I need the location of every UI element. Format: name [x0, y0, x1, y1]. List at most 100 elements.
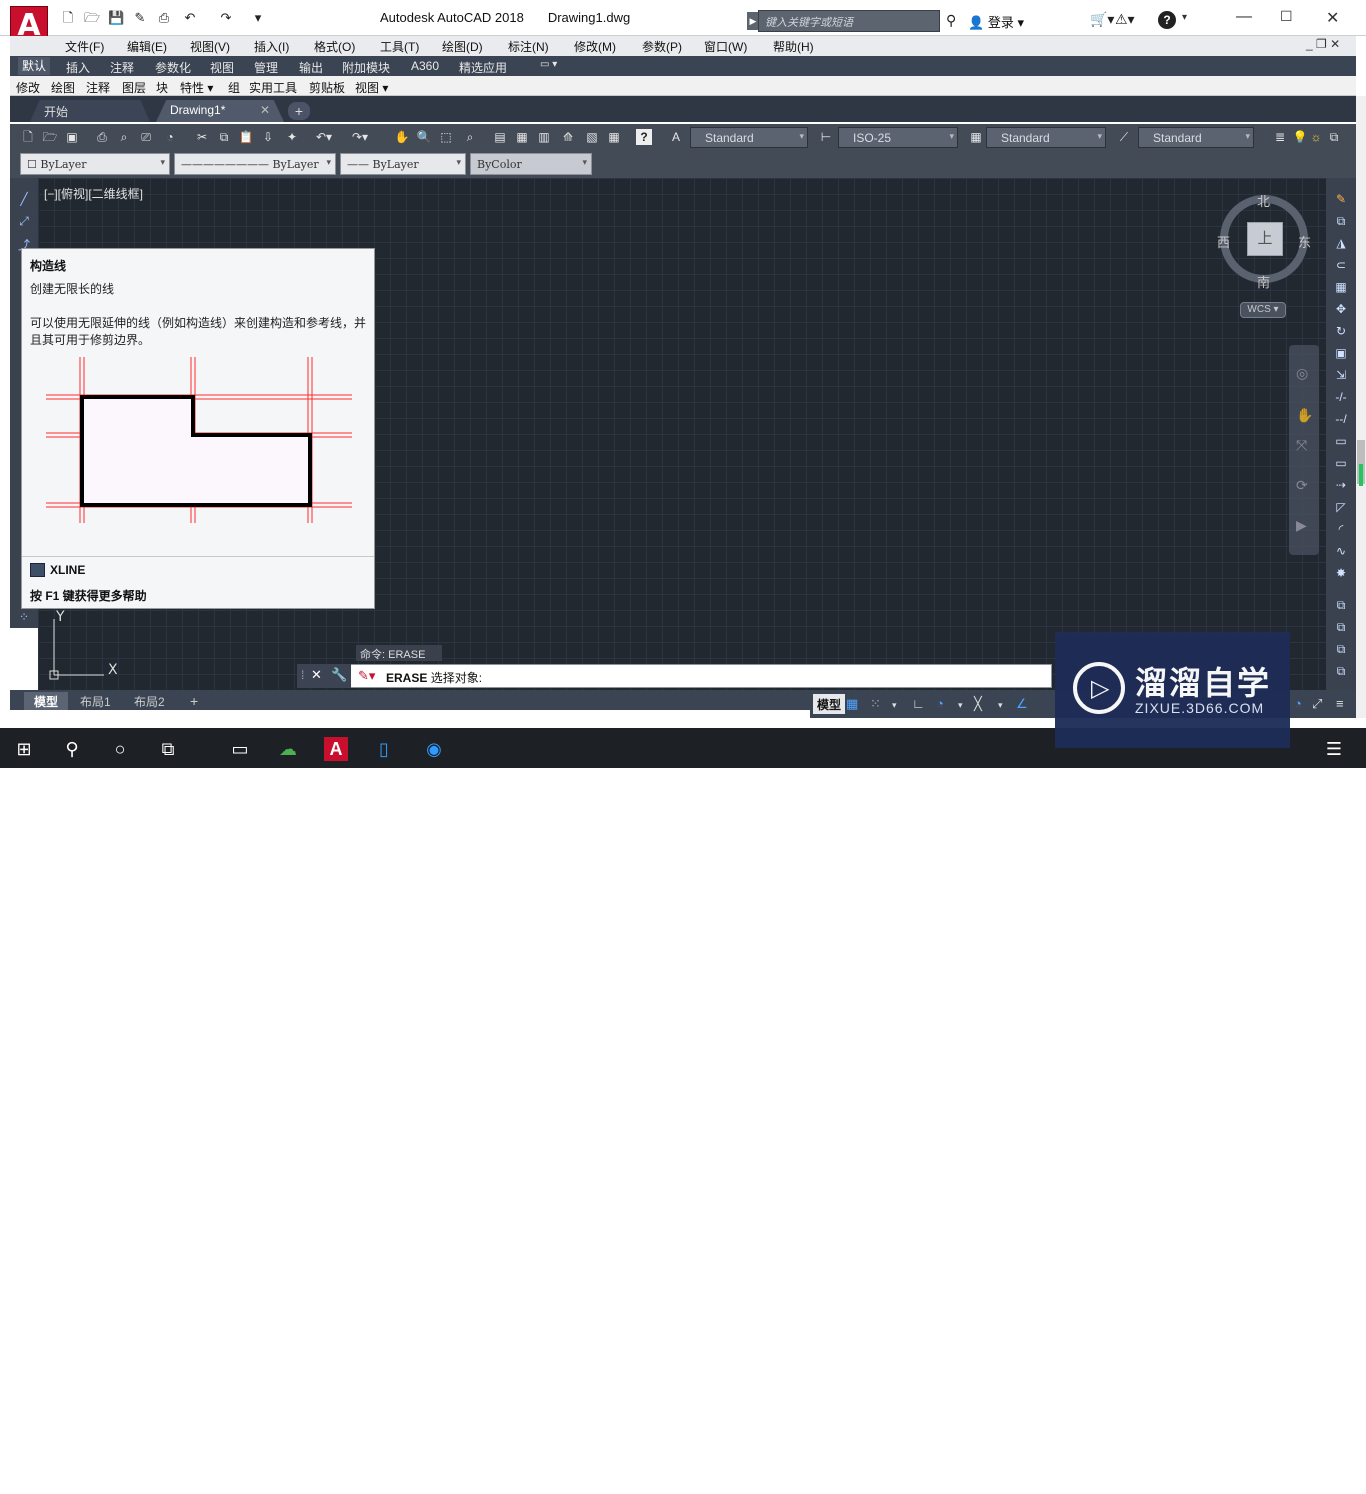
- tab-featured-apps[interactable]: 精选应用: [459, 59, 507, 76]
- layer-on-icon[interactable]: 💡: [1292, 129, 1308, 145]
- viewcube-top-face[interactable]: 上: [1247, 222, 1283, 256]
- break-icon[interactable]: ▭: [1333, 456, 1349, 472]
- cortana-icon[interactable]: ○: [108, 737, 132, 761]
- isodraft-dropdown-icon[interactable]: ▾: [998, 700, 1003, 711]
- phone-icon[interactable]: ▯: [372, 737, 396, 761]
- maximize-button[interactable]: ☐: [1280, 8, 1293, 25]
- panel-utilities[interactable]: 实用工具: [249, 79, 297, 96]
- panel-clipboard[interactable]: 剪贴板: [309, 79, 345, 96]
- taskbar-app-icon[interactable]: ▭: [228, 737, 252, 761]
- plot-preview-icon[interactable]: ⌕: [116, 129, 132, 145]
- join-icon[interactable]: ⇢: [1333, 478, 1349, 494]
- tab-layout2[interactable]: 布局2: [124, 692, 175, 710]
- tab-output[interactable]: 输出: [299, 59, 323, 76]
- array-icon[interactable]: ▦: [1333, 280, 1349, 296]
- menu-insert[interactable]: 插入(I): [254, 38, 289, 55]
- close-command-icon[interactable]: ✕: [311, 667, 322, 683]
- help-dropdown-icon[interactable]: ▾: [1182, 12, 1187, 23]
- 3d-print-icon[interactable]: ◔: [162, 129, 178, 145]
- tool-palettes-icon[interactable]: ▥: [536, 129, 552, 145]
- paste-icon[interactable]: 📋: [238, 129, 254, 145]
- windows-start-icon[interactable]: ⊞: [12, 737, 36, 761]
- scale-icon[interactable]: ▣: [1333, 346, 1349, 362]
- menu-format[interactable]: 格式(O): [314, 38, 355, 55]
- tab-manage[interactable]: 管理: [254, 59, 278, 76]
- plot-icon[interactable]: ⎙: [156, 10, 172, 26]
- explode-icon[interactable]: ✸: [1333, 566, 1349, 582]
- tab-a360[interactable]: A360: [411, 59, 439, 73]
- panel-properties[interactable]: 特性 ▾: [180, 79, 213, 96]
- zoom-previous-icon[interactable]: ⌕: [462, 129, 478, 145]
- mirror-icon[interactable]: ◮: [1333, 236, 1349, 252]
- redo-icon[interactable]: ↷: [218, 10, 234, 26]
- tab-parametric[interactable]: 参数化: [155, 59, 191, 76]
- zoom-extents-icon[interactable]: ⤧: [1296, 437, 1307, 454]
- save-icon[interactable]: 💾: [108, 10, 124, 26]
- plotstyle-select[interactable]: ByColor ▾: [470, 153, 592, 175]
- new-file-icon[interactable]: 🗋: [60, 10, 76, 26]
- showmotion-icon[interactable]: ▶: [1296, 517, 1307, 534]
- panel-annotation[interactable]: 注释: [86, 79, 110, 96]
- task-view-icon[interactable]: ⧉: [156, 737, 180, 761]
- blend-curves-icon[interactable]: ∿: [1333, 544, 1349, 560]
- panel-block[interactable]: 块: [156, 79, 168, 96]
- customize-icon[interactable]: 🔧: [331, 667, 347, 683]
- open-icon[interactable]: 🗁: [42, 129, 58, 145]
- zoom-window-icon[interactable]: ⬚: [438, 129, 454, 145]
- tab-model[interactable]: 模型: [24, 692, 69, 710]
- compass-south[interactable]: 南: [1257, 272, 1270, 291]
- orbit-icon[interactable]: ⟳: [1296, 477, 1308, 494]
- notification-icon[interactable]: ☰: [1322, 737, 1346, 761]
- wechat-icon[interactable]: ☁: [276, 737, 300, 761]
- object-snap-tracking-icon[interactable]: ∠: [1016, 696, 1028, 712]
- new-layout-icon[interactable]: +: [180, 692, 208, 710]
- wcs-menu[interactable]: WCS ▾: [1240, 302, 1286, 318]
- minimize-button[interactable]: —: [1236, 8, 1252, 26]
- doc-minimize-icon[interactable]: _ ❐ ✕: [1306, 37, 1340, 51]
- clean-screen-icon[interactable]: ◔: [1294, 696, 1302, 711]
- qnew-icon[interactable]: 🗋: [20, 129, 36, 145]
- compass-east[interactable]: 东: [1298, 232, 1311, 251]
- fullscreen-icon[interactable]: ⤢: [1312, 696, 1322, 712]
- viewport-controls[interactable]: [−][俯视][二维线框]: [44, 185, 143, 202]
- menu-tools[interactable]: 工具(T): [380, 38, 419, 55]
- tab-addins[interactable]: 附加模块: [342, 59, 390, 76]
- dim-style-icon[interactable]: ⊢: [818, 129, 834, 145]
- extend-icon[interactable]: --/: [1333, 412, 1349, 428]
- draworder-back-icon[interactable]: ⧉: [1333, 620, 1349, 636]
- layer-properties-icon[interactable]: ≣: [1272, 129, 1288, 145]
- redo-icon[interactable]: ↷▾: [352, 129, 368, 145]
- tab-default[interactable]: 默认: [18, 57, 51, 75]
- model-space-button[interactable]: 模型: [813, 694, 846, 714]
- a360-icon[interactable]: ⚠▾: [1115, 11, 1135, 28]
- sheet-set-icon[interactable]: ⟰: [560, 129, 576, 145]
- binoculars-icon[interactable]: ⚲: [946, 12, 956, 29]
- menu-window[interactable]: 窗口(W): [704, 38, 747, 55]
- steering-wheel-icon[interactable]: ◎: [1296, 365, 1308, 382]
- ucs-icon[interactable]: Y X: [48, 607, 128, 682]
- customize-quick-access-icon[interactable]: ▾: [250, 10, 266, 26]
- pan-icon[interactable]: ✋: [394, 129, 410, 145]
- table-style-select[interactable]: Standard ▾: [986, 127, 1106, 148]
- publish-icon[interactable]: ⎚: [138, 129, 154, 145]
- close-tab-icon[interactable]: ✕: [260, 103, 270, 117]
- ortho-icon[interactable]: ∟: [912, 696, 925, 711]
- tab-view[interactable]: 视图: [210, 59, 234, 76]
- tab-insert[interactable]: 插入: [66, 59, 90, 76]
- search-input[interactable]: 键入关键字或短语: [758, 10, 940, 32]
- menu-draw[interactable]: 绘图(D): [442, 38, 483, 55]
- mleader-style-icon[interactable]: ⟋: [1116, 129, 1132, 145]
- menu-parametric[interactable]: 参数(P): [642, 38, 682, 55]
- zoom-realtime-icon[interactable]: 🔍: [416, 129, 432, 145]
- help-icon[interactable]: ?: [1158, 11, 1176, 29]
- compass-west[interactable]: 西: [1217, 232, 1230, 251]
- menu-help[interactable]: 帮助(H): [773, 38, 814, 55]
- panel-layers[interactable]: 图层: [122, 79, 146, 96]
- line-icon[interactable]: ╱: [16, 192, 32, 208]
- polar-dropdown-icon[interactable]: ▾: [958, 700, 963, 711]
- pan-icon[interactable]: ✋: [1296, 407, 1313, 424]
- help-icon[interactable]: ?: [636, 129, 652, 145]
- chamfer-icon[interactable]: ◸: [1333, 500, 1349, 516]
- menu-edit[interactable]: 编辑(E): [127, 38, 167, 55]
- move-icon[interactable]: ✥: [1333, 302, 1349, 318]
